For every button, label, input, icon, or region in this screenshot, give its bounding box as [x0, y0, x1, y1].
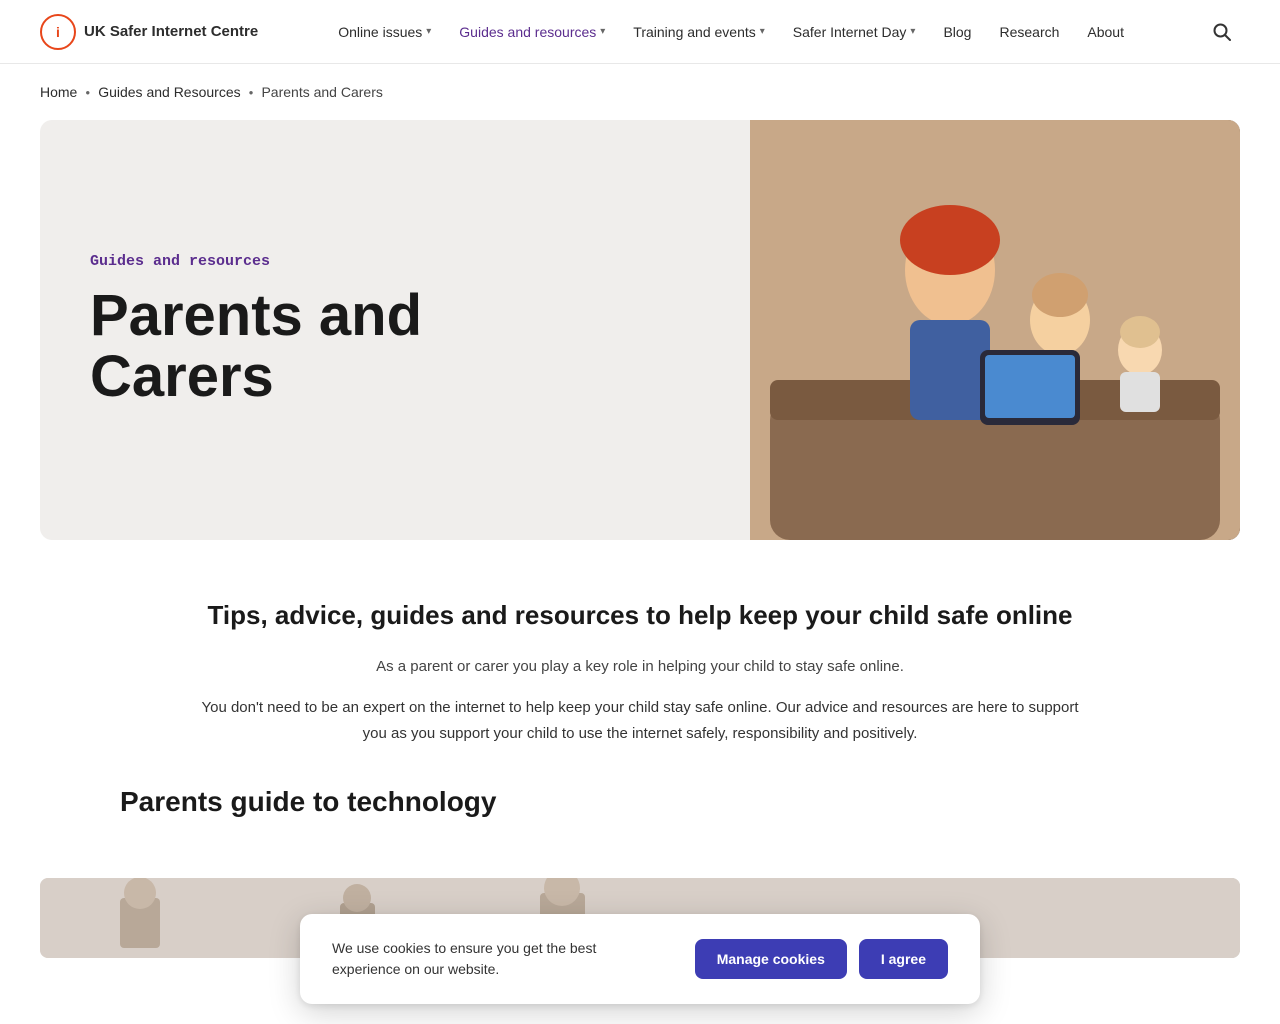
- logo-text: UK Safer Internet Centre: [84, 23, 258, 41]
- nav-guides-resources[interactable]: Guides and resources ▾: [447, 16, 617, 48]
- main-content: Tips, advice, guides and resources to he…: [40, 540, 1240, 878]
- chevron-down-icon: ▾: [426, 26, 431, 37]
- section-intro: As a parent or carer you play a key role…: [120, 655, 1160, 679]
- manage-cookies-button[interactable]: Manage cookies: [695, 939, 847, 979]
- logo-icon: i: [40, 14, 76, 50]
- breadcrumb-separator: ●: [249, 88, 254, 97]
- hero-illustration: [750, 120, 1240, 540]
- search-icon: [1213, 23, 1231, 41]
- cookie-banner: We use cookies to ensure you get the bes…: [300, 914, 980, 1004]
- hero-category: Guides and resources: [90, 253, 700, 270]
- nav-research[interactable]: Research: [987, 16, 1071, 48]
- nav-about[interactable]: About: [1075, 16, 1136, 48]
- chevron-down-icon: ▾: [910, 26, 915, 37]
- chevron-down-icon: ▾: [600, 26, 605, 37]
- site-header: i UK Safer Internet Centre Online issues…: [0, 0, 1280, 64]
- nav-safer-internet-day[interactable]: Safer Internet Day ▾: [781, 16, 928, 48]
- hero-title: Parents andCarers: [90, 286, 700, 408]
- nav-blog[interactable]: Blog: [931, 16, 983, 48]
- agree-button[interactable]: I agree: [859, 939, 948, 979]
- search-button[interactable]: [1204, 14, 1240, 50]
- breadcrumb-separator: ●: [85, 88, 90, 97]
- site-logo[interactable]: i UK Safer Internet Centre: [40, 14, 258, 50]
- breadcrumb-current: Parents and Carers: [261, 84, 382, 100]
- chevron-down-icon: ▾: [760, 26, 765, 37]
- hero-content: Guides and resources Parents andCarers: [40, 120, 750, 540]
- nav-online-issues[interactable]: Online issues ▾: [326, 16, 443, 48]
- main-nav: Online issues ▾ Guides and resources ▾ T…: [326, 16, 1136, 48]
- hero-image: [750, 120, 1240, 540]
- nav-training-events[interactable]: Training and events ▾: [621, 16, 776, 48]
- cookie-message: We use cookies to ensure you get the bes…: [332, 938, 663, 980]
- breadcrumb-guides[interactable]: Guides and Resources: [98, 84, 240, 100]
- svg-text:i: i: [56, 24, 60, 40]
- cookie-actions: Manage cookies I agree: [695, 939, 948, 979]
- breadcrumb: Home ● Guides and Resources ● Parents an…: [0, 64, 1280, 120]
- hero-section: Guides and resources Parents andCarers: [40, 120, 1240, 540]
- section-main-title: Tips, advice, guides and resources to he…: [120, 600, 1160, 631]
- section-body: You don't need to be an expert on the in…: [190, 695, 1090, 746]
- breadcrumb-home[interactable]: Home: [40, 84, 77, 100]
- guide-heading: Parents guide to technology: [120, 786, 1160, 818]
